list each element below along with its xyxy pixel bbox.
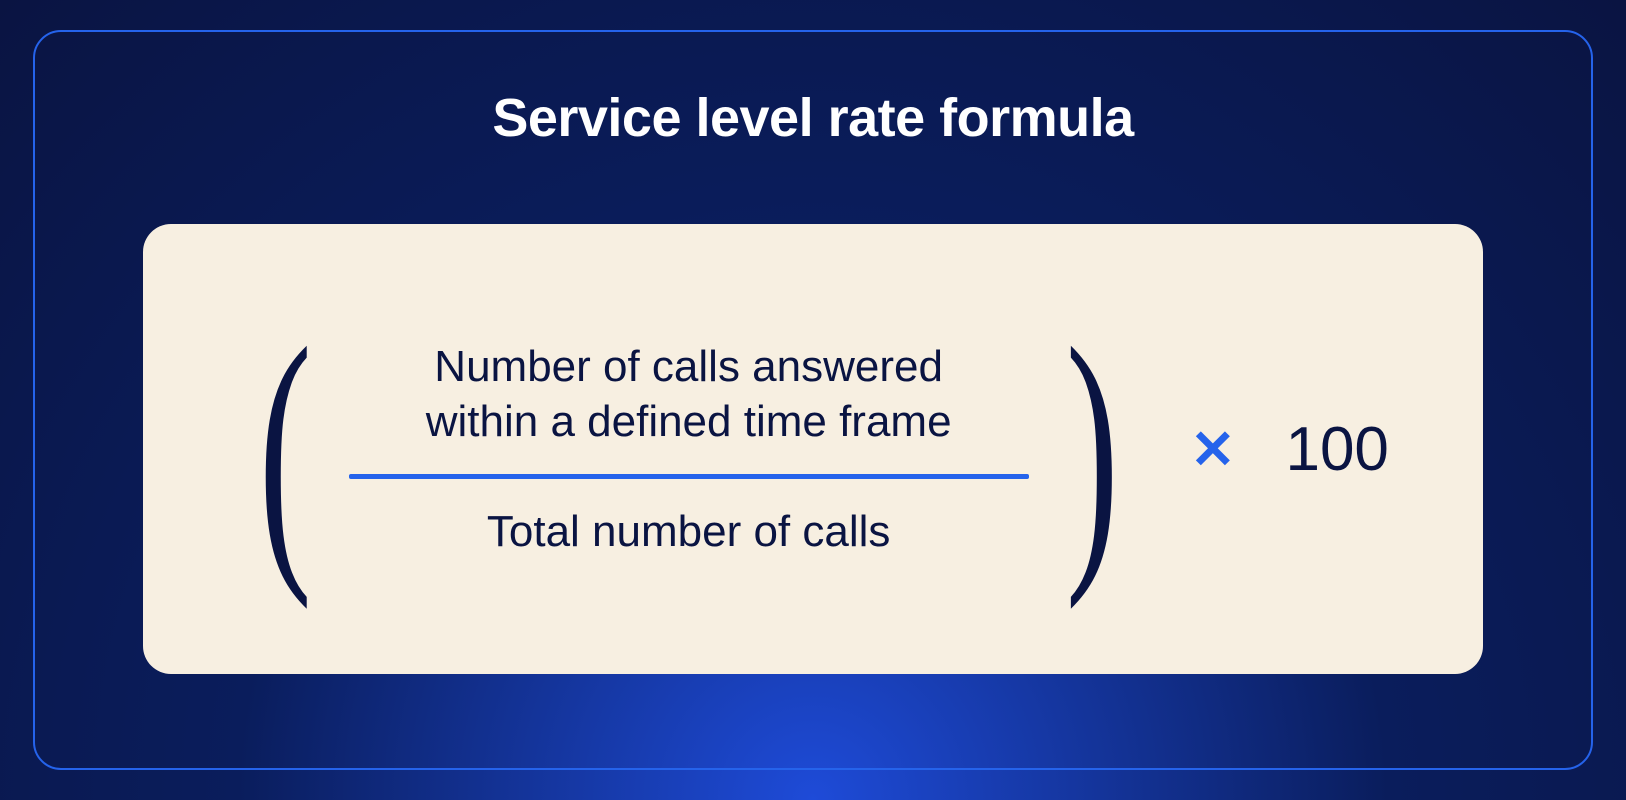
- formula-box: ( Number of calls answered within a defi…: [143, 224, 1483, 674]
- card-title: Service level rate formula: [492, 87, 1133, 149]
- fraction-divider: [349, 474, 1029, 479]
- denominator-text: Total number of calls: [487, 504, 891, 559]
- numerator-line-1: Number of calls answered: [434, 342, 943, 391]
- fraction-group: ( Number of calls answered within a defi…: [237, 339, 1140, 559]
- formula-card: Service level rate formula ( Number of c…: [33, 30, 1593, 770]
- multiplier-value: 100: [1285, 414, 1388, 485]
- numerator-line-2: within a defined time frame: [426, 397, 952, 446]
- fraction: Number of calls answered within a define…: [349, 339, 1029, 559]
- numerator-text: Number of calls answered within a define…: [426, 339, 952, 449]
- left-paren-icon: (: [259, 348, 312, 551]
- multiply-icon: ✕: [1190, 418, 1235, 481]
- right-paren-icon: ): [1065, 348, 1118, 551]
